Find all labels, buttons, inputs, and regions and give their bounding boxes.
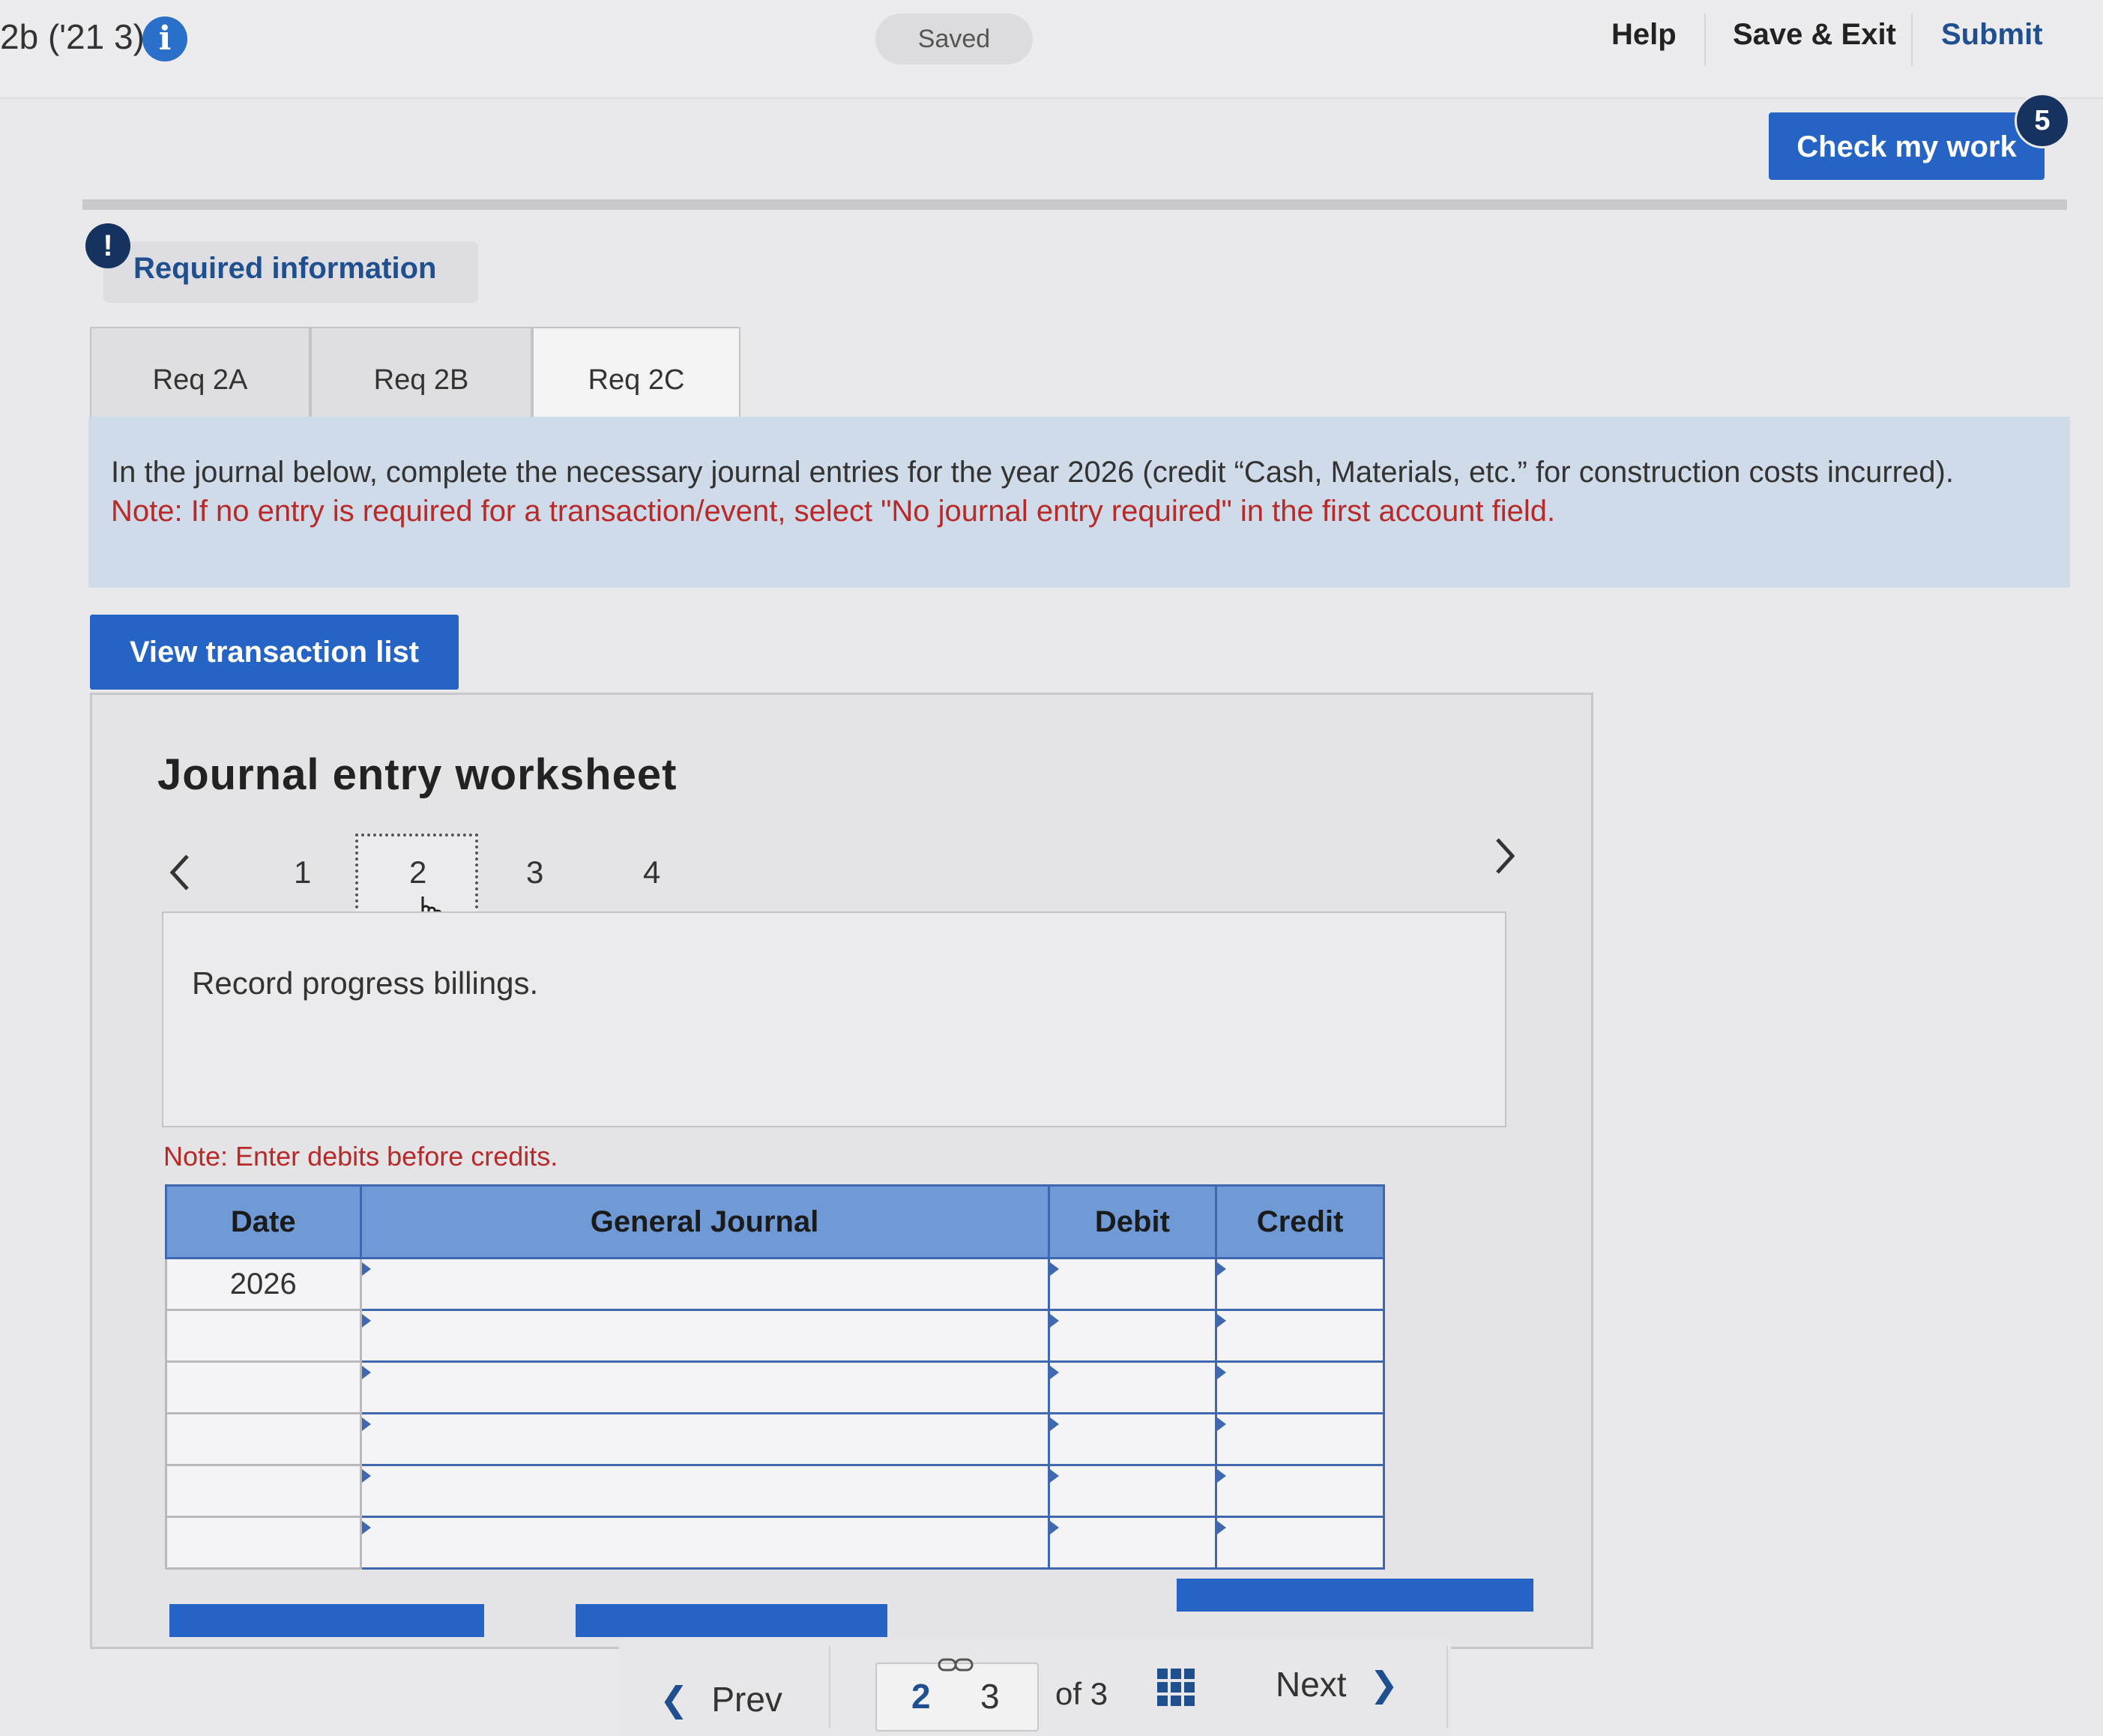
debit-input[interactable] [1047, 1464, 1218, 1518]
tab-req-2b[interactable]: Req 2B [310, 327, 532, 430]
credit-input[interactable] [1215, 1309, 1385, 1363]
column-header-date: Date [165, 1184, 362, 1259]
credit-input[interactable] [1215, 1464, 1385, 1518]
date-cell [165, 1412, 362, 1466]
general-journal-table: Date General Journal Debit Credit 2026 [165, 1184, 1385, 1570]
table-row [165, 1360, 1385, 1414]
account-dropdown[interactable] [359, 1464, 1050, 1518]
next-page-number[interactable]: 3 [980, 1676, 1000, 1717]
saved-status: Saved [875, 13, 1033, 64]
entry-tab-1[interactable]: 1 [294, 855, 311, 890]
account-dropdown[interactable] [359, 1412, 1050, 1466]
entry-tab-2[interactable]: 2 [409, 855, 426, 890]
debit-input[interactable] [1047, 1257, 1218, 1311]
grid-icon[interactable] [1156, 1667, 1196, 1708]
tab-req-2a[interactable]: Req 2A [90, 327, 310, 430]
debit-input[interactable] [1047, 1412, 1218, 1466]
credit-input[interactable] [1215, 1360, 1385, 1414]
entry-tab-4[interactable]: 4 [643, 855, 660, 890]
entry-tab-3[interactable]: 3 [526, 855, 543, 890]
account-dropdown[interactable] [359, 1360, 1050, 1414]
top-separator [1704, 13, 1706, 66]
account-dropdown[interactable] [359, 1257, 1050, 1311]
debit-input[interactable] [1047, 1360, 1218, 1414]
table-row [165, 1309, 1385, 1363]
column-header-debit: Debit [1047, 1184, 1218, 1259]
date-cell: 2026 [165, 1257, 362, 1311]
date-cell [165, 1464, 362, 1518]
info-icon[interactable]: i [142, 16, 187, 61]
chevron-right-icon[interactable] [1490, 834, 1520, 878]
link-icon [938, 1658, 974, 1672]
record-entry-button[interactable] [169, 1604, 484, 1637]
table-row [165, 1464, 1385, 1518]
chevron-left-icon: ❮ [660, 1680, 689, 1719]
account-dropdown[interactable] [359, 1516, 1050, 1570]
view-general-journal-button[interactable] [1177, 1579, 1533, 1612]
section-divider [82, 199, 2067, 210]
account-dropdown[interactable] [359, 1309, 1050, 1363]
nav-separator [1446, 1646, 1448, 1729]
instruction-text: In the journal below, complete the neces… [111, 456, 1954, 489]
entry-description: Record progress billings. [192, 965, 539, 1001]
alert-icon: ! [85, 223, 130, 268]
entry-description-box [162, 911, 1506, 1127]
submit-link[interactable]: Submit [1941, 18, 2043, 52]
date-cell [165, 1516, 362, 1570]
table-row [165, 1412, 1385, 1466]
next-button[interactable]: Next ❯ [1276, 1664, 1399, 1705]
chevron-left-icon[interactable] [165, 850, 195, 895]
credit-input[interactable] [1215, 1412, 1385, 1466]
debit-input[interactable] [1047, 1309, 1218, 1363]
credit-input[interactable] [1215, 1516, 1385, 1570]
instruction-box: In the journal below, complete the neces… [88, 417, 2070, 588]
required-info-label[interactable]: Required information [133, 252, 436, 286]
chevron-right-icon: ❯ [1369, 1665, 1399, 1704]
save-exit-link[interactable]: Save & Exit [1733, 18, 1896, 52]
debit-input[interactable] [1047, 1516, 1218, 1570]
date-cell [165, 1360, 362, 1414]
current-page[interactable]: 2 [911, 1676, 931, 1717]
help-link[interactable]: Help [1611, 18, 1677, 52]
page-total: of 3 [1055, 1676, 1108, 1711]
top-separator [1911, 13, 1913, 66]
prev-button[interactable]: ❮ Prev [660, 1679, 782, 1720]
instruction-note: Note: If no entry is required for a tran… [111, 495, 1556, 528]
assignment-breadcrumb: 2b ('21 3) [0, 17, 145, 56]
credit-input[interactable] [1215, 1257, 1385, 1311]
next-label: Next [1276, 1665, 1347, 1704]
table-row: 2026 [165, 1257, 1385, 1311]
nav-separator [829, 1646, 830, 1729]
column-header-credit: Credit [1215, 1184, 1385, 1259]
table-row [165, 1516, 1385, 1570]
clear-entry-button[interactable] [576, 1604, 887, 1637]
view-transaction-list-button[interactable]: View transaction list [90, 615, 459, 690]
date-cell [165, 1309, 362, 1363]
debit-credit-note: Note: Enter debits before credits. [163, 1141, 558, 1172]
column-header-general-journal: General Journal [359, 1184, 1050, 1259]
check-my-work-button[interactable]: Check my work [1769, 112, 2045, 180]
prev-label: Prev [711, 1680, 782, 1719]
worksheet-title: Journal entry worksheet [157, 750, 678, 799]
attempts-badge: 5 [2015, 93, 2070, 148]
